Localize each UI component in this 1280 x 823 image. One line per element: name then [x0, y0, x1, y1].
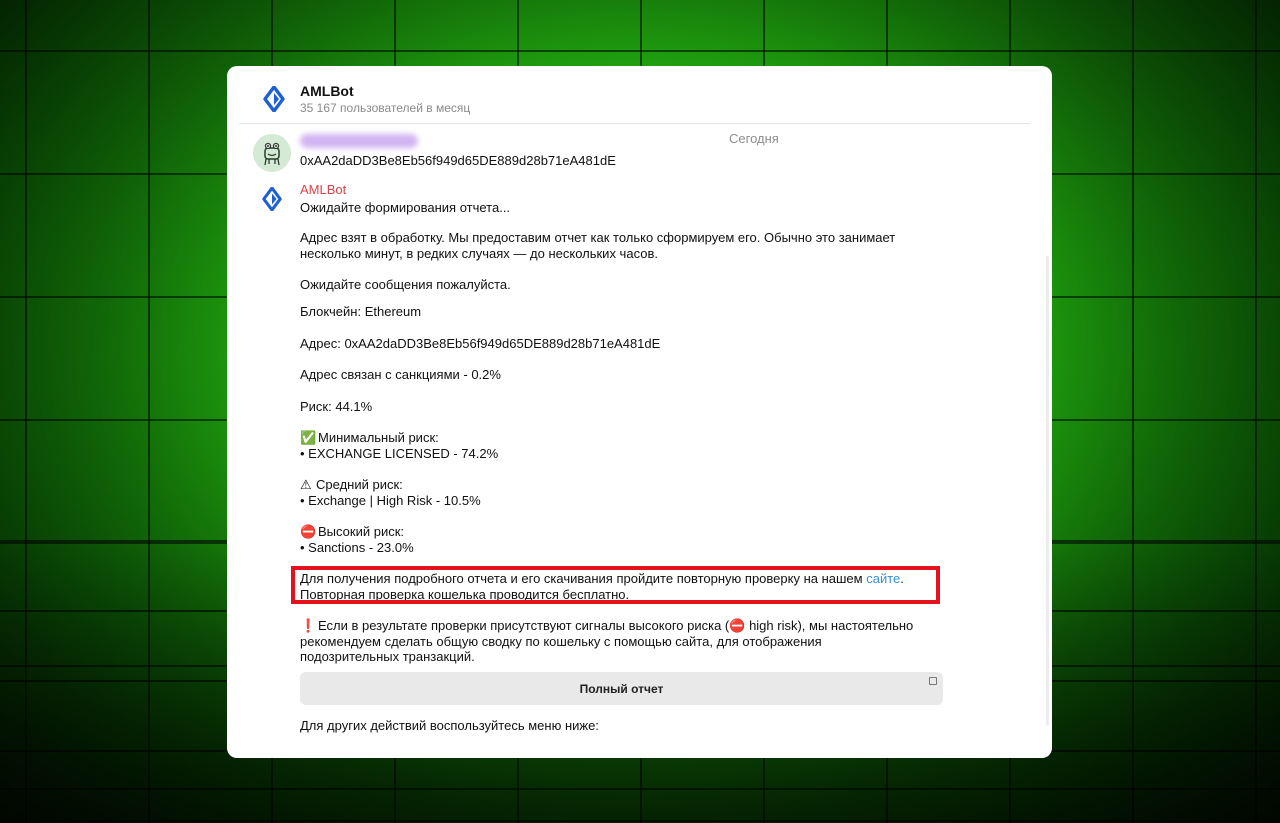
user-message-text: 0xAA2daDD3Be8Eb56f949d65DE889d28b71eA481…: [300, 153, 616, 168]
processing-line-1: Адрес взят в обработку. Мы предоставим о…: [300, 230, 896, 245]
bot-processing-text: Адрес взят в обработку. Мы предоставим о…: [300, 230, 950, 261]
scrollbar[interactable]: [1046, 256, 1049, 726]
min-risk-item: • EXCHANGE LICENSED - 74.2%: [300, 445, 499, 461]
other-actions-text: Для других действий воспользуйтесь меню …: [300, 718, 950, 734]
warning-icon: ⚠: [300, 477, 312, 492]
amlbot-logo-icon: [263, 86, 285, 112]
risk-line: Риск: 44.1%: [300, 399, 950, 415]
high-risk-item: • Sanctions - 23.0%: [300, 539, 414, 555]
check-mark-icon: ✅: [300, 430, 317, 445]
bot-please-wait-text: Ожидайте сообщения пожалуйста.: [300, 277, 950, 293]
mid-risk-item: • Exchange | High Risk - 10.5%: [300, 492, 481, 508]
please-wait-line: Ожидайте сообщения пожалуйста.: [300, 277, 511, 292]
bot-avatar-icon[interactable]: [262, 187, 282, 211]
address-line: Адрес: 0xAA2daDD3Be8Eb56f949d65DE889d28b…: [300, 336, 950, 352]
chat-window: AMLBot 35 167 пользователей в месяц Сего…: [227, 66, 1052, 758]
address-text: Адрес: 0xAA2daDD3Be8Eb56f949d65DE889d28b…: [300, 336, 661, 351]
min-risk-title: Минимальный риск:: [318, 430, 439, 445]
open-window-icon: [929, 677, 937, 685]
high-risk-block: ⛔ Высокий риск: • Sanctions - 23.0%: [300, 524, 950, 555]
warn-line-2: рекомендуем сделать общую сводку по коше…: [300, 633, 822, 649]
no-entry-icon: ⛔: [300, 524, 317, 539]
sanctions-line: Адрес связан с санкциями - 0.2%: [300, 367, 950, 383]
chat-subtitle: 35 167 пользователей в месяц: [300, 101, 471, 115]
high-risk-title: Высокий риск:: [318, 524, 405, 539]
full-report-label: Полный отчет: [579, 681, 664, 696]
chat-title[interactable]: AMLBot: [300, 83, 354, 99]
blockchain-text: Блокчейн: Ethereum: [300, 304, 422, 319]
header-divider: [239, 123, 1030, 124]
user-avatar[interactable]: [253, 134, 291, 172]
exclamation-icon: ❗: [300, 618, 317, 633]
bot-waiting-text: Ожидайте формирования отчета...: [300, 200, 950, 216]
risk-text: Риск: 44.1%: [300, 399, 373, 414]
highlight-box: [291, 566, 940, 604]
high-risk-warning-text: ❗ Если в результате проверки присутствуют…: [300, 618, 950, 665]
full-report-button[interactable]: Полный отчет: [300, 672, 943, 705]
bot-sender-name[interactable]: AMLBot: [300, 182, 346, 197]
warn-line-3: подозрительных транзакций.: [300, 649, 475, 664]
date-separator: Сегодня: [729, 131, 779, 146]
frog-avatar-icon: [253, 134, 291, 172]
min-risk-block: ✅ Минимальный риск: • EXCHANGE LICENSED -…: [300, 430, 950, 461]
chat-header: AMLBot 35 167 пользователей в месяц: [227, 66, 1052, 124]
user-name-blurred: [300, 134, 418, 148]
processing-line-2: несколько минут, в редких случаях — до н…: [300, 245, 658, 261]
other-actions-line: Для других действий воспользуйтесь меню …: [300, 718, 599, 733]
no-entry-inline-icon: ⛔: [729, 618, 746, 633]
mid-risk-title: Средний риск:: [316, 477, 403, 492]
mid-risk-block: ⚠ Средний риск: • Exchange | High Risk - …: [300, 477, 950, 508]
sanctions-text: Адрес связан с санкциями - 0.2%: [300, 367, 501, 382]
waiting-line: Ожидайте формирования отчета...: [300, 200, 511, 215]
blockchain-line: Блокчейн: Ethereum: [300, 304, 950, 320]
warn-line-1b: high risk), мы настоятельно: [745, 618, 914, 633]
warn-line-1a: Если в результате проверки присутствуют …: [318, 618, 730, 633]
